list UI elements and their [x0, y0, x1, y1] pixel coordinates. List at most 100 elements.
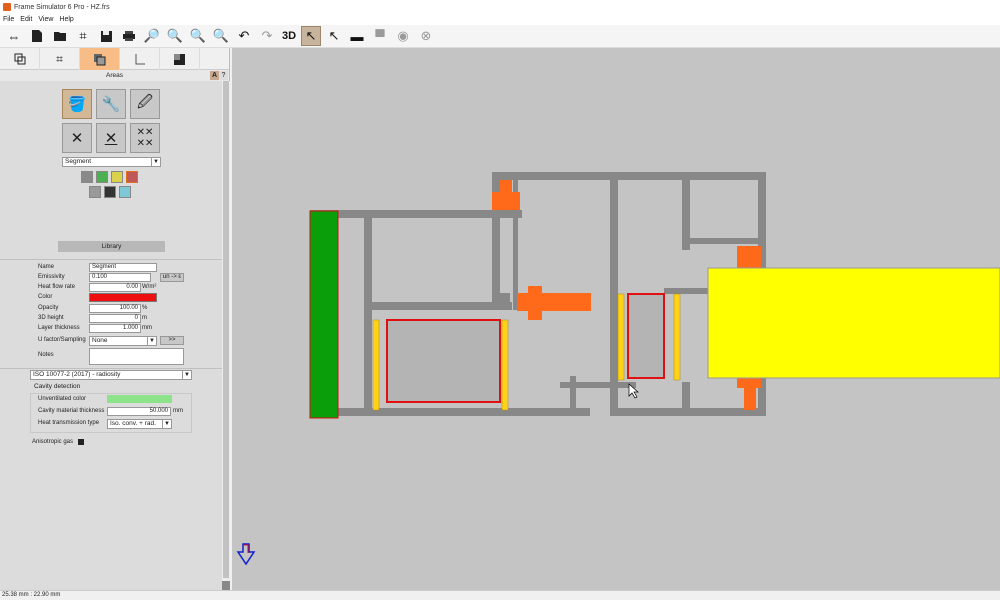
brush-button[interactable]: 🔧 — [96, 89, 126, 119]
heat-transmission-label: Heat transmission type — [38, 420, 100, 426]
menu-edit[interactable]: Edit — [20, 16, 32, 23]
menu-file[interactable]: File — [3, 16, 14, 23]
name-label: Name — [38, 264, 55, 270]
delete-underline-button[interactable]: ✕ — [96, 123, 126, 153]
comment-icon[interactable]: ▀ — [370, 26, 390, 46]
scroll-down-button[interactable] — [222, 581, 230, 590]
arrow-accent — [244, 544, 249, 553]
cavity-thickness-field[interactable]: 50.000 — [107, 407, 171, 416]
cube-cyan-icon[interactable] — [119, 186, 131, 198]
brush-icon: 🔧 — [101, 96, 121, 113]
notes-label: Notes — [38, 352, 54, 358]
menu-view[interactable]: View — [38, 16, 53, 23]
window-title: Frame Simulator 6 Pro - HZ.frs — [14, 3, 110, 11]
cube-dark-icon[interactable] — [104, 186, 116, 198]
delete-x-icon: ✕ — [70, 130, 84, 147]
zoom-fit-icon[interactable]: 🔎 — [142, 26, 162, 46]
print-icon[interactable] — [119, 26, 139, 46]
orientation-arrow-icon[interactable] — [236, 543, 256, 566]
standard-select[interactable]: ISO 10077-2 (2017) - radiosity ▼ — [30, 370, 192, 380]
auto-button[interactable]: A — [210, 71, 219, 80]
menu-help[interactable]: Help — [59, 16, 73, 23]
chevron-down-icon: ▼ — [162, 420, 171, 428]
paint-bucket-button[interactable]: 🪣 — [62, 89, 92, 119]
delete-all-button[interactable]: ✕✕ ✕✕ — [130, 123, 160, 153]
cube-gray-icon[interactable] — [81, 171, 93, 183]
cube-green-icon[interactable] — [96, 171, 108, 183]
segment-select[interactable]: Segment ▼ — [62, 157, 161, 167]
layer-thickness-field[interactable]: 1.000 — [89, 324, 141, 333]
crop-icon[interactable]: ⌗ — [73, 26, 93, 46]
height-3d-field[interactable]: 0 — [89, 314, 141, 323]
color-label: Color — [38, 294, 53, 300]
paint-bucket-icon: 🪣 — [67, 96, 87, 113]
cursor-coordinates: 25.38 mm : 22.90 mm — [2, 592, 61, 598]
drawing-canvas[interactable] — [232, 48, 1000, 590]
tab-areas-icon[interactable] — [80, 48, 120, 70]
panel-scrollbar[interactable] — [222, 81, 230, 590]
left-panel: ⌗ Areas A ? 🪣 🔧 🖉 ✕ ✕ ✕✕ ✕✕ Segment ▼ Li… — [0, 48, 230, 590]
ufactor-select[interactable]: None ▼ — [89, 336, 157, 346]
layer-thickness-label: Layer thickness — [38, 325, 80, 331]
heat-transmission-select[interactable]: Iso. conv. + rad. ▼ — [107, 419, 172, 429]
new-file-icon[interactable] — [27, 26, 47, 46]
heat-flow-field[interactable]: 0.00 — [89, 283, 141, 292]
cavity-left — [386, 319, 501, 403]
name-field[interactable]: Segment — [89, 263, 157, 272]
opacity-label: Opacity — [38, 305, 59, 311]
cube-yellow-icon[interactable] — [111, 171, 123, 183]
help-button[interactable]: ? — [219, 71, 228, 80]
tab-boundary-icon[interactable] — [120, 48, 160, 70]
standard-select-value: ISO 10077-2 (2017) - radiosity — [33, 371, 121, 378]
eye-icon[interactable]: ◉ — [393, 26, 413, 46]
cube-red-icon[interactable] — [126, 171, 138, 183]
title-bar: Frame Simulator 6 Pro - HZ.frs — [0, 0, 1000, 14]
cavity-right — [627, 293, 665, 379]
ufactor-value: None — [92, 337, 108, 344]
chevron-down-icon: ▼ — [151, 158, 160, 166]
zoom-out-icon[interactable]: 🔍 — [188, 26, 208, 46]
notes-field[interactable] — [89, 348, 184, 365]
emissivity-field[interactable]: 0.100 — [89, 273, 151, 282]
zoom-in-icon[interactable]: 🔍 — [165, 26, 185, 46]
frame-section-drawing[interactable] — [232, 48, 1000, 590]
status-bar: 25.38 mm : 22.90 mm — [0, 590, 1000, 600]
chevron-down-icon: ▼ — [182, 371, 191, 379]
color-swatch[interactable] — [89, 293, 157, 302]
ufactor-more-button[interactable]: >> — [160, 336, 184, 345]
emissivity-label: Emissivity — [38, 274, 65, 280]
hide-eye-icon[interactable]: ⊗ — [416, 26, 436, 46]
tab-results-icon[interactable] — [160, 48, 200, 70]
opacity-field[interactable]: 100.00 — [89, 304, 141, 313]
view-3d-button[interactable]: 3D — [280, 26, 298, 46]
panel-header: Areas A ? — [0, 70, 229, 81]
redo-icon[interactable]: ↷ — [257, 26, 277, 46]
tab-crop-icon[interactable]: ⌗ — [40, 48, 80, 70]
zoom-window-icon[interactable]: 🔍 — [211, 26, 231, 46]
eyedropper-button[interactable]: 🖉 — [130, 89, 160, 119]
anisotropic-label: Anisotropic gas — [32, 439, 74, 445]
divider — [0, 368, 222, 369]
unventilated-color-swatch[interactable] — [107, 395, 172, 403]
ruler-icon[interactable]: ▬ — [347, 26, 367, 46]
undo-icon[interactable]: ↶ — [234, 26, 254, 46]
tab-geometry-icon[interactable] — [0, 48, 40, 70]
open-folder-icon[interactable] — [50, 26, 70, 46]
select-pointer-icon[interactable]: ↖ — [301, 26, 321, 46]
save-icon[interactable] — [96, 26, 116, 46]
delete-button[interactable]: ✕ — [62, 123, 92, 153]
delete-all-icon: ✕✕ ✕✕ — [136, 127, 154, 149]
green-gasket — [309, 210, 339, 419]
anisotropic-checkbox[interactable] — [78, 439, 84, 445]
ufactor-label: U factor/Sampling — [38, 337, 86, 343]
cube-light-icon[interactable] — [89, 186, 101, 198]
swap-arrows-icon[interactable]: ⇔ — [4, 26, 24, 46]
app-logo-icon — [3, 3, 11, 11]
un-to-e-button[interactable]: un -> ε — [160, 273, 184, 282]
scrollbar-thumb[interactable] — [223, 81, 229, 578]
select-node-icon[interactable]: ↖ — [324, 26, 344, 46]
panel-tabs: ⌗ — [0, 48, 229, 70]
yellow-glazing — [707, 267, 1000, 379]
library-button[interactable]: Library — [58, 241, 165, 252]
heat-transmission-value: Iso. conv. + rad. — [110, 420, 156, 427]
